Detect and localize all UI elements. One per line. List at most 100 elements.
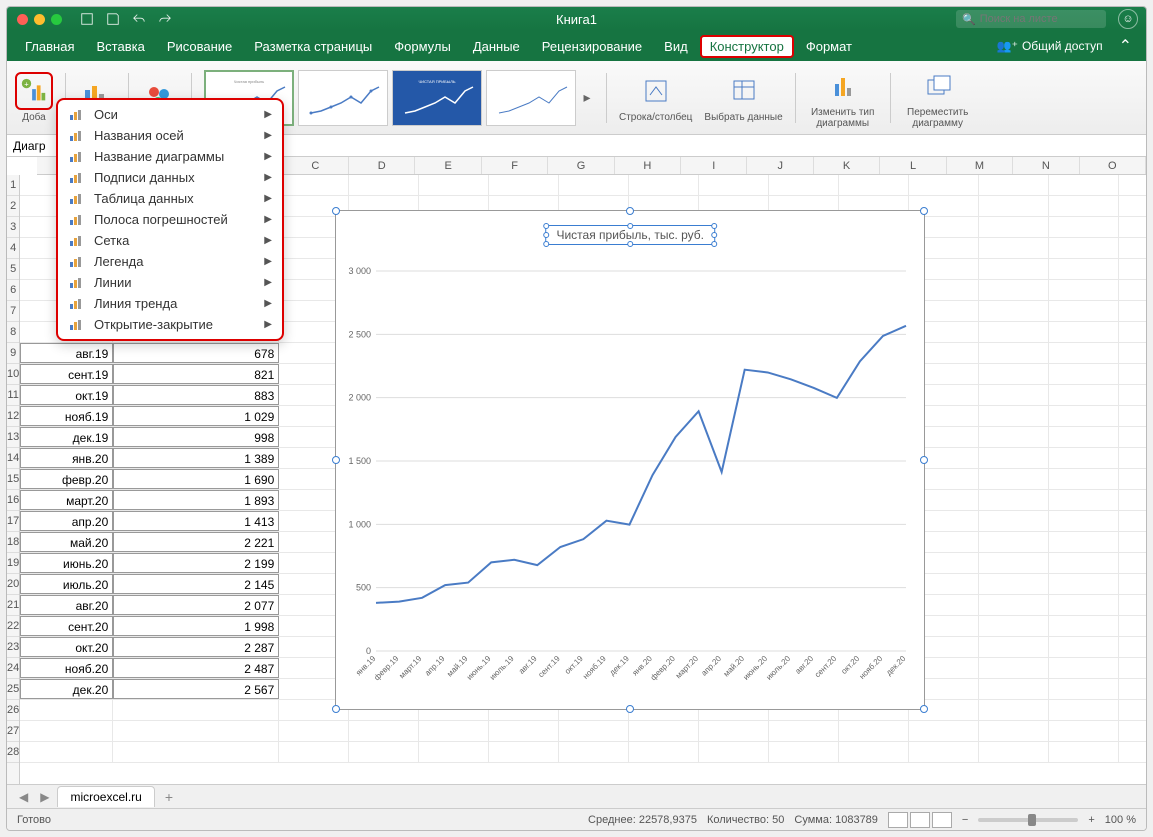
change-chart-type-button[interactable]	[824, 67, 862, 105]
cell[interactable]	[1049, 700, 1119, 720]
cell[interactable]	[1049, 490, 1119, 510]
cell[interactable]	[1119, 364, 1146, 384]
chart-style-2[interactable]	[298, 70, 388, 126]
cell[interactable]: нояб.20	[20, 658, 113, 678]
cell[interactable]	[979, 259, 1049, 279]
tab-draw[interactable]: Рисование	[157, 35, 242, 58]
cell[interactable]	[979, 490, 1049, 510]
cell[interactable]	[839, 175, 909, 195]
cell[interactable]	[839, 721, 909, 741]
cell[interactable]	[1049, 679, 1119, 699]
col-header-M[interactable]: M	[947, 157, 1013, 174]
cell[interactable]: 1 690	[113, 469, 279, 489]
col-header-O[interactable]: O	[1080, 157, 1146, 174]
cell[interactable]	[979, 406, 1049, 426]
row-header[interactable]: 8	[7, 322, 19, 343]
zoom-in[interactable]: +	[1088, 814, 1094, 826]
col-header-C[interactable]: C	[283, 157, 349, 174]
cell[interactable]: 1 389	[113, 448, 279, 468]
cell[interactable]	[979, 238, 1049, 258]
cell[interactable]: дек.19	[20, 427, 113, 447]
cell[interactable]	[979, 616, 1049, 636]
tab-insert[interactable]: Вставка	[86, 35, 154, 58]
redo-icon[interactable]	[156, 10, 174, 28]
cell[interactable]	[979, 301, 1049, 321]
cell[interactable]	[559, 721, 629, 741]
tab-layout[interactable]: Разметка страницы	[244, 35, 382, 58]
cell[interactable]	[839, 742, 909, 762]
cell[interactable]	[769, 721, 839, 741]
cell[interactable]	[909, 742, 979, 762]
cell[interactable]	[1119, 553, 1146, 573]
col-header-J[interactable]: J	[747, 157, 813, 174]
col-header-G[interactable]: G	[548, 157, 614, 174]
cell[interactable]	[1119, 532, 1146, 552]
cell[interactable]	[769, 742, 839, 762]
row-header[interactable]: 9	[7, 343, 19, 364]
cell[interactable]	[1049, 343, 1119, 363]
cell[interactable]	[113, 742, 279, 762]
chart-style-3[interactable]: ЧИСТАЯ ПРИБЫЛЬ	[392, 70, 482, 126]
cell[interactable]: март.20	[20, 490, 113, 510]
cell[interactable]	[629, 175, 699, 195]
zoom-slider[interactable]	[978, 818, 1078, 822]
cell[interactable]	[629, 721, 699, 741]
cell[interactable]	[489, 175, 559, 195]
cell[interactable]	[489, 742, 559, 762]
cell[interactable]	[1049, 217, 1119, 237]
dropdown-item[interactable]: Таблица данных▶	[58, 188, 282, 209]
cell[interactable]	[699, 721, 769, 741]
cell[interactable]	[979, 679, 1049, 699]
cell[interactable]	[1119, 448, 1146, 468]
tab-formulas[interactable]: Формулы	[384, 35, 461, 58]
cell[interactable]	[20, 721, 113, 741]
cell[interactable]	[979, 511, 1049, 531]
cell[interactable]	[1049, 637, 1119, 657]
dropdown-item[interactable]: Линии▶	[58, 272, 282, 293]
cell[interactable]: 1 998	[113, 616, 279, 636]
col-header-I[interactable]: I	[681, 157, 747, 174]
cell[interactable]: авг.19	[20, 343, 113, 363]
cell[interactable]	[279, 175, 349, 195]
view-break[interactable]	[932, 812, 952, 828]
cell[interactable]: 2 287	[113, 637, 279, 657]
dropdown-item[interactable]: Легенда▶	[58, 251, 282, 272]
cell[interactable]	[1049, 427, 1119, 447]
dropdown-item[interactable]: Оси▶	[58, 104, 282, 125]
cell[interactable]: авг.20	[20, 595, 113, 615]
cell[interactable]	[1119, 658, 1146, 678]
row-header[interactable]: 16	[7, 490, 19, 511]
cell[interactable]	[1049, 658, 1119, 678]
cell[interactable]	[1119, 301, 1146, 321]
dropdown-item[interactable]: Линия тренда▶	[58, 293, 282, 314]
col-header-N[interactable]: N	[1013, 157, 1079, 174]
cell[interactable]	[979, 175, 1049, 195]
close-window[interactable]	[17, 14, 28, 25]
cell[interactable]: 678	[113, 343, 279, 363]
cell[interactable]: 2 077	[113, 595, 279, 615]
cell[interactable]: 1 893	[113, 490, 279, 510]
cell[interactable]	[1119, 700, 1146, 720]
row-header[interactable]: 22	[7, 616, 19, 637]
cell[interactable]	[1119, 595, 1146, 615]
cell[interactable]: июль.20	[20, 574, 113, 594]
cell[interactable]	[419, 175, 489, 195]
zoom-out[interactable]: −	[962, 814, 968, 826]
cell[interactable]	[1119, 574, 1146, 594]
cell[interactable]	[909, 175, 979, 195]
cell[interactable]: окт.20	[20, 637, 113, 657]
undo-icon[interactable]	[130, 10, 148, 28]
row-header[interactable]: 7	[7, 301, 19, 322]
cell[interactable]	[1049, 553, 1119, 573]
cell[interactable]	[1049, 301, 1119, 321]
add-sheet[interactable]: +	[159, 789, 179, 805]
cell[interactable]	[1049, 238, 1119, 258]
row-header[interactable]: 1	[7, 175, 19, 196]
cell[interactable]	[979, 700, 1049, 720]
cell[interactable]	[979, 217, 1049, 237]
tab-design[interactable]: Конструктор	[700, 35, 794, 58]
row-header[interactable]: 6	[7, 280, 19, 301]
cell[interactable]: июнь.20	[20, 553, 113, 573]
cell[interactable]	[979, 721, 1049, 741]
tab-view[interactable]: Вид	[654, 35, 698, 58]
